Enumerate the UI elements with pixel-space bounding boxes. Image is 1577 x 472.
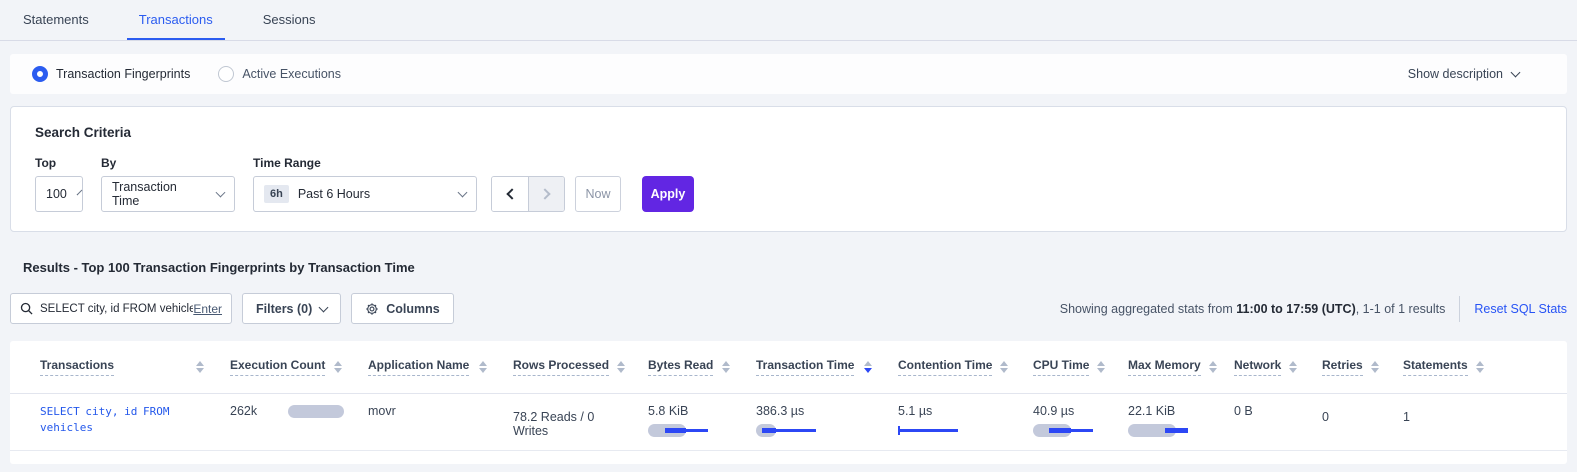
results-heading: Results - Top 100 Transaction Fingerprin… bbox=[23, 260, 1577, 275]
sort-icon bbox=[196, 361, 204, 374]
cpu-time-value: 40.9 µs bbox=[1033, 404, 1074, 418]
by-label: By bbox=[101, 156, 235, 170]
tab-transactions[interactable]: Transactions bbox=[127, 0, 225, 40]
column-header-cpu-time[interactable]: CPU Time bbox=[1033, 358, 1128, 376]
column-header-max-memory[interactable]: Max Memory bbox=[1128, 358, 1234, 376]
search-icon bbox=[20, 302, 33, 315]
column-header-contention-time[interactable]: Contention Time bbox=[898, 358, 1033, 376]
columns-label: Columns bbox=[386, 302, 439, 316]
column-header-retries[interactable]: Retries bbox=[1322, 358, 1403, 376]
chevron-down-icon bbox=[77, 189, 83, 195]
column-header-execution-count[interactable]: Execution Count bbox=[230, 358, 368, 376]
top-select[interactable]: 100 bbox=[35, 176, 83, 212]
filters-button[interactable]: Filters (0) bbox=[242, 293, 341, 324]
top-field: Top 100 bbox=[35, 156, 83, 212]
execution-count-value: 262k bbox=[230, 404, 257, 418]
bytes-read-value: 5.8 KiB bbox=[648, 404, 688, 418]
reset-sql-stats-link[interactable]: Reset SQL Stats bbox=[1474, 302, 1567, 316]
filters-label: Filters (0) bbox=[256, 302, 312, 316]
radio-active-executions[interactable]: Active Executions bbox=[218, 66, 341, 82]
sort-icon bbox=[722, 361, 730, 374]
sort-icon bbox=[1476, 361, 1484, 374]
sort-icon bbox=[617, 361, 625, 374]
transaction-time-value: 386.3 µs bbox=[756, 404, 804, 418]
contention-time-value: 5.1 µs bbox=[898, 404, 932, 418]
sort-icon bbox=[864, 361, 872, 374]
search-enter-link[interactable]: Enter bbox=[193, 302, 222, 316]
sort-icon bbox=[479, 361, 487, 374]
column-header-network[interactable]: Network bbox=[1234, 358, 1322, 376]
statements-value: 1 bbox=[1403, 404, 1503, 424]
apply-button[interactable]: Apply bbox=[642, 176, 694, 212]
sort-icon bbox=[1209, 361, 1217, 374]
next-range-button[interactable] bbox=[528, 177, 564, 211]
network-value: 0 B bbox=[1234, 404, 1322, 418]
max-memory-value: 22.1 KiB bbox=[1128, 404, 1175, 418]
chevron-down-icon bbox=[1511, 67, 1521, 77]
table-row: SELECT city, id FROM vehicles 262k movr … bbox=[10, 394, 1567, 451]
transaction-time-bar bbox=[756, 424, 819, 437]
sort-icon bbox=[1097, 361, 1105, 374]
column-header-bytes-read[interactable]: Bytes Read bbox=[648, 358, 756, 376]
cpu-time-bar bbox=[1033, 424, 1096, 437]
gear-icon bbox=[365, 302, 379, 316]
time-range-select[interactable]: 6h Past 6 Hours bbox=[253, 176, 477, 212]
view-toggle-strip: Transaction Fingerprints Active Executio… bbox=[10, 54, 1567, 94]
chevron-down-icon bbox=[319, 302, 329, 312]
radio-selected-icon bbox=[32, 66, 48, 82]
results-toolbar: Enter Filters (0) Columns Showing aggreg… bbox=[10, 293, 1567, 324]
application-name-value: movr bbox=[368, 404, 513, 418]
sort-icon bbox=[1371, 361, 1379, 374]
columns-button[interactable]: Columns bbox=[351, 293, 453, 324]
column-header-rows-processed[interactable]: Rows Processed bbox=[513, 358, 648, 376]
chevron-left-icon bbox=[506, 188, 517, 199]
execution-count-bar bbox=[288, 405, 342, 418]
tab-statements[interactable]: Statements bbox=[11, 0, 101, 40]
by-field: By Transaction Time bbox=[101, 156, 235, 212]
top-select-value: 100 bbox=[46, 187, 67, 201]
sql-search-box[interactable]: Enter bbox=[10, 293, 232, 324]
transaction-fingerprint-link[interactable]: SELECT city, id FROM vehicles bbox=[40, 404, 192, 436]
rows-processed-value: 78.2 Reads / 0 Writes bbox=[513, 404, 648, 438]
contention-time-bar bbox=[898, 424, 961, 437]
bytes-read-bar bbox=[648, 424, 711, 437]
sort-icon bbox=[1289, 361, 1297, 374]
aggregated-stats-text: Showing aggregated stats from 11:00 to 1… bbox=[1060, 302, 1446, 316]
radio-transaction-fingerprints[interactable]: Transaction Fingerprints bbox=[32, 66, 190, 82]
sort-icon bbox=[1000, 361, 1008, 374]
search-criteria-panel: Search Criteria Top 100 By Transaction T… bbox=[10, 106, 1567, 232]
by-select-value: Transaction Time bbox=[112, 180, 205, 208]
radio-label: Active Executions bbox=[242, 67, 341, 81]
radio-label: Transaction Fingerprints bbox=[56, 67, 190, 81]
time-range-badge: 6h bbox=[264, 185, 289, 203]
tab-sessions[interactable]: Sessions bbox=[251, 0, 328, 40]
radio-unselected-icon bbox=[218, 66, 234, 82]
top-label: Top bbox=[35, 156, 83, 170]
max-memory-bar bbox=[1128, 424, 1191, 437]
show-description-toggle[interactable]: Show description bbox=[1408, 67, 1519, 81]
by-select[interactable]: Transaction Time bbox=[101, 176, 235, 212]
search-input[interactable] bbox=[40, 303, 193, 315]
column-header-statements[interactable]: Statements bbox=[1403, 358, 1503, 376]
column-header-transaction-time[interactable]: Transaction Time bbox=[756, 358, 898, 376]
search-criteria-title: Search Criteria bbox=[35, 125, 1542, 140]
chevron-down-icon bbox=[216, 187, 226, 197]
column-header-application-name[interactable]: Application Name bbox=[368, 358, 513, 376]
transactions-table: Transactions Execution Count Application… bbox=[10, 341, 1567, 464]
divider bbox=[1459, 296, 1460, 322]
time-range-stepper bbox=[491, 176, 565, 212]
time-range-field: Time Range 6h Past 6 Hours bbox=[253, 156, 477, 212]
sort-icon bbox=[334, 361, 342, 374]
chevron-right-icon bbox=[539, 188, 550, 199]
chevron-down-icon bbox=[458, 187, 468, 197]
show-description-label: Show description bbox=[1408, 67, 1503, 81]
time-range-label: Time Range bbox=[253, 156, 477, 170]
column-header-transactions[interactable]: Transactions bbox=[40, 358, 230, 376]
time-range-value: Past 6 Hours bbox=[298, 187, 370, 201]
prev-range-button[interactable] bbox=[492, 177, 528, 211]
page-tabs: Statements Transactions Sessions bbox=[0, 0, 1577, 41]
now-button[interactable]: Now bbox=[575, 176, 621, 212]
table-header-row: Transactions Execution Count Application… bbox=[10, 341, 1567, 394]
retries-value: 0 bbox=[1322, 404, 1403, 424]
